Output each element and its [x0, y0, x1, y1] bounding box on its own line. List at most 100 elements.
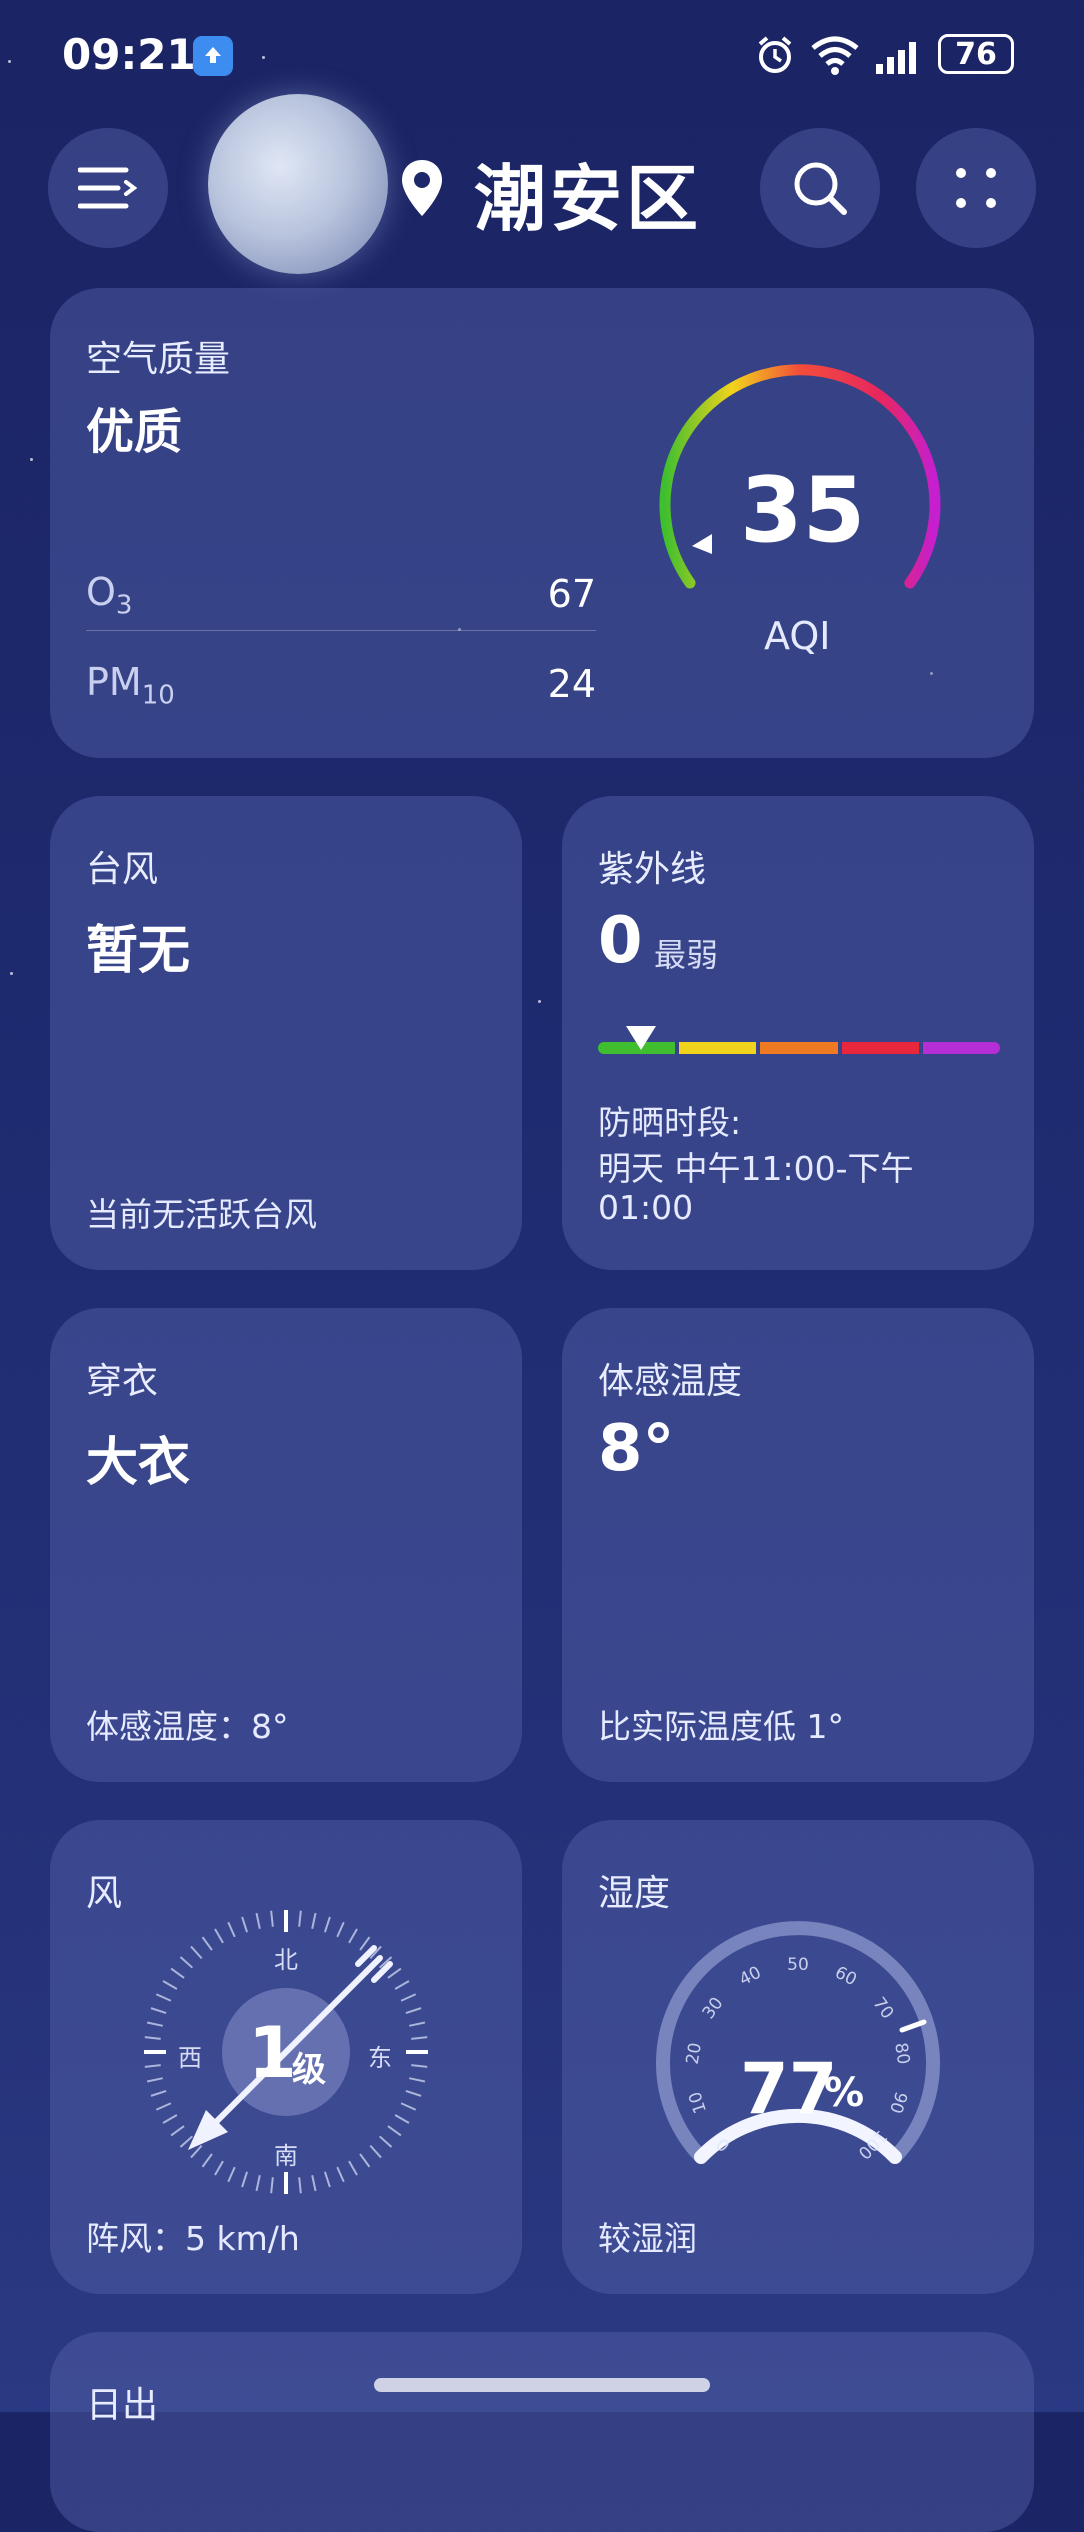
uv-level: 最弱 — [654, 936, 719, 974]
compass-tick — [378, 2135, 393, 2148]
feels-like-value: 8° — [598, 1412, 675, 1486]
compass-tick — [394, 1980, 410, 1990]
compass-tick — [170, 1967, 185, 1979]
humidity-tick-label: 90 — [885, 2089, 911, 2116]
compass-tick — [369, 2144, 382, 2159]
pollutant-name: O3 — [86, 570, 133, 621]
compass-tick — [214, 2160, 224, 2176]
humidity-tick-label: 30 — [699, 1994, 728, 2023]
alarm-icon — [754, 34, 796, 80]
compass-tick — [409, 2077, 426, 2083]
wind-title: 风 — [86, 1873, 123, 1914]
compass-tick — [405, 2007, 422, 2015]
home-indicator[interactable] — [374, 2378, 710, 2392]
sunrise-card[interactable]: 日出 — [50, 2332, 1034, 2532]
uv-scale-bar — [598, 1042, 1001, 1054]
compass-tick — [144, 2064, 161, 2068]
aqi-value: 35 — [740, 458, 866, 563]
compass-tick — [348, 1928, 358, 1944]
feels-like-card[interactable]: 体感温度 8° 比实际温度低 1° — [562, 1308, 1034, 1782]
more-button[interactable] — [916, 128, 1036, 248]
uv-scale-segment — [922, 1042, 1001, 1054]
location-name[interactable]: 潮安区 — [474, 140, 702, 245]
typhoon-title: 台风 — [86, 849, 159, 890]
wind-dir-east: 东 — [368, 2044, 392, 2072]
compass-tick — [241, 2171, 249, 2188]
humidity-title: 湿度 — [598, 1873, 671, 1914]
uv-value: 0 — [598, 904, 643, 978]
compass-tick — [411, 2064, 428, 2068]
compass-tick — [179, 1956, 194, 1969]
location-pin-icon — [398, 158, 446, 222]
compass-tick — [150, 2007, 167, 2015]
star — [30, 458, 33, 461]
wifi-icon — [810, 34, 860, 80]
uv-card[interactable]: 紫外线 0 最弱 防晒时段: 明天 中午11:00-下午 01:00 — [562, 796, 1034, 1270]
wind-level-number: 1 — [248, 2012, 297, 2094]
signal-icon — [876, 36, 926, 80]
menu-icon — [78, 167, 138, 209]
typhoon-value: 暂无 — [86, 921, 191, 981]
uv-title: 紫外线 — [598, 849, 707, 890]
humidity-tick-label: 60 — [831, 1963, 859, 1991]
wind-dir-west: 西 — [178, 2044, 202, 2072]
humidity-tick-label: 40 — [736, 1963, 764, 1991]
typhoon-card[interactable]: 台风 暂无 当前无活跃台风 — [50, 796, 522, 1270]
compass-tick — [201, 1936, 213, 1951]
uv-scale-segment — [841, 1042, 919, 1054]
compass-tick — [214, 1928, 224, 1944]
star — [538, 1000, 541, 1003]
compass-tick — [170, 2125, 185, 2137]
aqi-label: AQI — [764, 614, 831, 658]
compass-tick — [155, 2102, 172, 2111]
compass-tick — [336, 2166, 345, 2183]
humidity-note: 较湿润 — [598, 2219, 697, 2258]
compass-tick — [146, 2021, 163, 2027]
sunrise-title: 日出 — [86, 2385, 159, 2426]
compass-tick — [270, 1910, 274, 1927]
sun-protection-label: 防晒时段: — [598, 1103, 742, 1142]
wind-card[interactable]: 风 北 南 西 东 1 级 阵风：5 km/h — [50, 1820, 522, 2294]
compass-tick — [409, 2021, 426, 2027]
air-quality-card[interactable]: 空气质量 优质 O3 67 PM10 24 35 AQI — [50, 288, 1034, 758]
compass-tick — [394, 2114, 410, 2124]
compass-tick — [298, 1910, 302, 1927]
uv-scale-segment — [679, 1042, 757, 1054]
pollutant-row: PM10 24 — [86, 660, 596, 720]
star — [10, 972, 13, 975]
humidity-value: 77 — [740, 2048, 838, 2130]
wind-level-unit: 级 — [292, 2050, 326, 2090]
compass-tick — [387, 1967, 402, 1979]
status-bar: 09:21 76 — [0, 0, 1084, 110]
compass-tick — [227, 1921, 236, 1938]
compass-tick — [311, 1912, 317, 1929]
sun-protection-time: 明天 中午11:00-下午 — [598, 1149, 914, 1188]
compass-tick — [146, 2077, 163, 2083]
pollutant-name: PM10 — [86, 660, 175, 711]
compass-tick — [255, 2175, 261, 2192]
compass-tick — [155, 1993, 172, 2002]
air-quality-level: 优质 — [86, 404, 183, 460]
pollutant-value: 24 — [547, 662, 596, 706]
uv-scale-segment — [760, 1042, 838, 1054]
compass-tick — [241, 1916, 249, 1933]
clothing-card[interactable]: 穿衣 大衣 体感温度：8° — [50, 1308, 522, 1782]
humidity-tick-label: 50 — [787, 1955, 809, 1975]
upload-arrow-icon — [193, 36, 233, 76]
search-button[interactable] — [760, 128, 880, 248]
humidity-card[interactable]: 湿度 0 10 20 30 40 50 60 70 80 90 100 77 % 较湿润 — [562, 1820, 1034, 2294]
compass-tick — [144, 2036, 161, 2040]
air-quality-title: 空气质量 — [86, 339, 231, 380]
compass-tick — [162, 1980, 178, 1990]
compass-tick — [150, 2089, 167, 2097]
compass-tick — [201, 2153, 213, 2168]
wind-dir-south: 南 — [274, 2142, 298, 2170]
clothing-note: 体感温度：8° — [86, 1707, 289, 1746]
sun-protection-time-end: 01:00 — [598, 1188, 694, 1227]
compass-tick — [359, 1936, 371, 1951]
compass-tick — [323, 2171, 331, 2188]
pollutant-value: 67 — [547, 572, 596, 616]
compass-tick — [400, 1993, 417, 2002]
menu-button[interactable] — [48, 128, 168, 248]
feels-like-note: 比实际温度低 1° — [598, 1707, 844, 1746]
